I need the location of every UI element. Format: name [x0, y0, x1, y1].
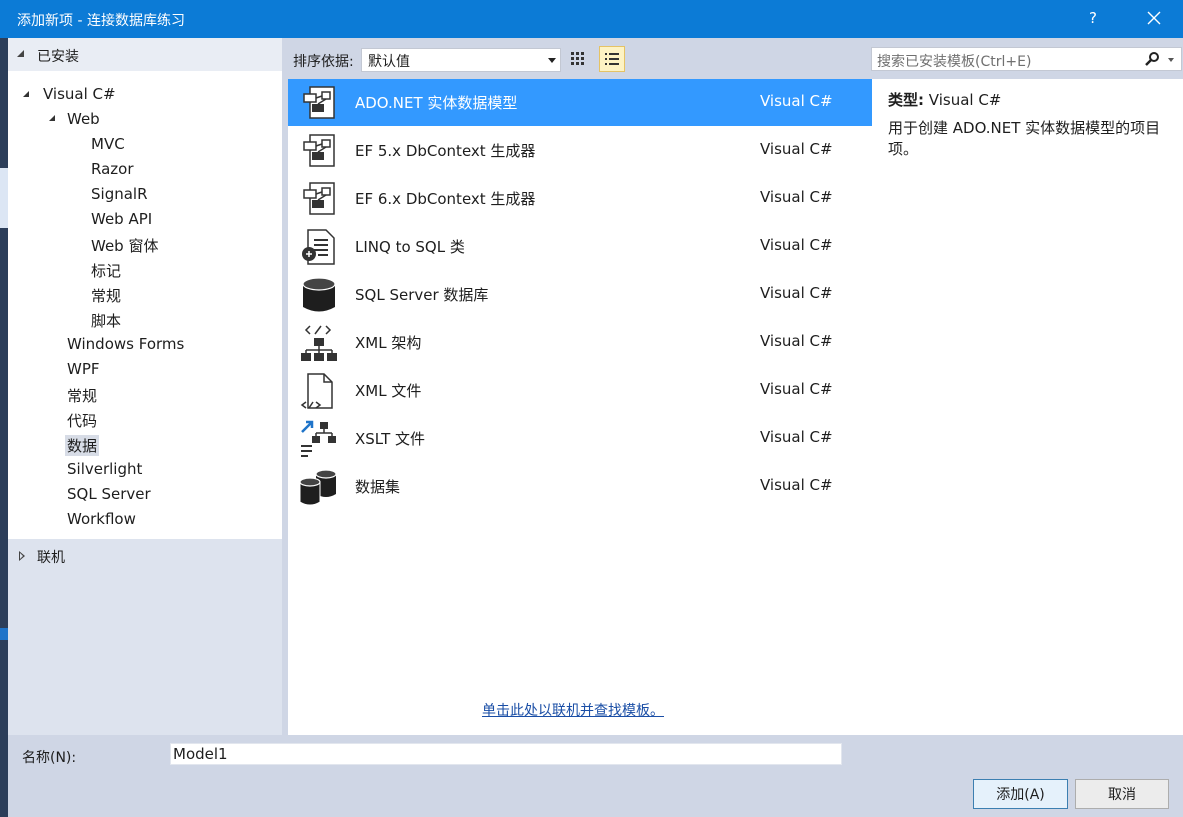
close-icon [1147, 11, 1161, 25]
database-icon [302, 277, 336, 312]
tree-item-general[interactable]: 常规 [67, 385, 97, 406]
tree-item-visual-csharp[interactable]: Visual C# [43, 85, 116, 103]
template-item-sql-server-database[interactable]: SQL Server 数据库 Visual C# [288, 271, 872, 318]
template-name: 数据集 [355, 478, 401, 496]
template-name: SQL Server 数据库 [355, 286, 489, 304]
online-label: 联机 [37, 550, 65, 566]
tree-item-web[interactable]: Web [67, 110, 100, 128]
template-language: Visual C# [760, 332, 833, 350]
template-description: 用于创建 ADO.NET 实体数据模型的项目项。 [888, 119, 1161, 158]
tree-item-signalr[interactable]: SignalR [91, 185, 148, 203]
tree-item-silverlight[interactable]: Silverlight [67, 460, 142, 478]
tree-item-web-api[interactable]: Web API [91, 210, 152, 228]
entity-model-icon [303, 86, 335, 119]
add-new-item-dialog: 已安装 Visual C# Web MVC Razor SignalR Web … [8, 38, 1183, 817]
grid-view-button[interactable] [569, 49, 589, 69]
tree-item-razor[interactable]: Razor [91, 160, 134, 178]
template-language: Visual C# [760, 284, 833, 302]
tree-item-web-forms[interactable]: Web 窗体 [91, 235, 158, 256]
search-input[interactable]: 搜索已安装模板(Ctrl+E) [871, 47, 1182, 71]
installed-header[interactable]: 已安装 [8, 38, 282, 71]
xml-schema-icon [301, 325, 337, 361]
template-language: Visual C# [760, 428, 833, 446]
list-view-icon [605, 53, 619, 65]
sort-label: 排序依据: [293, 54, 354, 70]
linq-to-sql-icon [302, 229, 335, 265]
template-language: Visual C# [760, 92, 833, 110]
add-button[interactable]: 添加(A) [973, 779, 1068, 809]
template-list: ADO.NET 实体数据模型 Visual C# EF 5.x DbContex… [288, 79, 872, 735]
search-options-icon[interactable] [1168, 58, 1174, 62]
template-item-xml-schema[interactable]: XML 架构 Visual C# [288, 319, 872, 366]
dbcontext-generator-icon [303, 134, 335, 167]
tree-item-code[interactable]: 代码 [67, 410, 97, 431]
help-button[interactable]: ? [1089, 9, 1097, 27]
template-item-dataset[interactable]: 数据集 Visual C# [288, 463, 872, 510]
sort-dropdown[interactable]: 默认值 [361, 48, 561, 72]
name-field[interactable] [170, 743, 842, 765]
background-edge-accent [0, 628, 8, 640]
template-language: Visual C# [760, 236, 833, 254]
search-icon[interactable] [1144, 51, 1160, 67]
background-edge-highlight [0, 168, 8, 228]
search-placeholder: 搜索已安装模板(Ctrl+E) [877, 54, 1032, 70]
grid-view-icon [571, 52, 584, 65]
dataset-icon [299, 469, 337, 506]
template-name: XSLT 文件 [355, 430, 426, 448]
template-name: LINQ to SQL 类 [355, 238, 465, 256]
tree-item-script[interactable]: 脚本 [91, 310, 121, 331]
type-value: Visual C# [928, 91, 1002, 109]
cancel-button[interactable]: 取消 [1075, 779, 1169, 809]
close-button[interactable] [1140, 4, 1168, 32]
tree-item-wpf[interactable]: WPF [67, 360, 100, 378]
template-item-ef5-dbcontext[interactable]: EF 5.x DbContext 生成器 Visual C# [288, 127, 872, 174]
window-title: 添加新项 - 连接数据库练习 [17, 13, 185, 29]
installed-label: 已安装 [37, 49, 79, 65]
expanded-arrow-icon[interactable] [23, 91, 30, 98]
background-window-edge [0, 38, 8, 817]
dbcontext-generator-icon [303, 182, 335, 215]
expanded-arrow-icon [17, 50, 24, 57]
template-item-ef6-dbcontext[interactable]: EF 6.x DbContext 生成器 Visual C# [288, 175, 872, 222]
sort-value: 默认值 [368, 54, 410, 70]
template-item-xml-file[interactable]: XML 文件 Visual C# [288, 367, 872, 414]
title-bar: 添加新项 - 连接数据库练习 ? [0, 0, 1183, 38]
template-type: 类型: Visual C# [888, 89, 1001, 110]
tree-item-windows-forms[interactable]: Windows Forms [67, 335, 184, 353]
tree-item-general-web[interactable]: 常规 [91, 285, 121, 306]
template-item-xslt-file[interactable]: XSLT 文件 Visual C# [288, 415, 872, 462]
template-name: XML 架构 [355, 334, 422, 352]
template-language: Visual C# [760, 140, 833, 158]
template-language: Visual C# [760, 380, 833, 398]
template-info-pane: 类型: Visual C# 用于创建 ADO.NET 实体数据模型的项目项。 [872, 79, 1183, 735]
template-language: Visual C# [760, 476, 833, 494]
tree-item-sql-server[interactable]: SQL Server [67, 485, 151, 503]
template-name: XML 文件 [355, 382, 422, 400]
collapsed-arrow-icon [19, 551, 25, 561]
template-name: EF 6.x DbContext 生成器 [355, 190, 536, 208]
tree-item-markup[interactable]: 标记 [91, 260, 121, 281]
list-view-button[interactable] [599, 46, 625, 72]
chevron-down-icon [548, 58, 556, 63]
template-item-linq-to-sql[interactable]: LINQ to SQL 类 Visual C# [288, 223, 872, 270]
online-header[interactable]: 联机 [8, 539, 282, 573]
template-name: EF 5.x DbContext 生成器 [355, 142, 536, 160]
tree-item-workflow[interactable]: Workflow [67, 510, 136, 528]
xml-file-icon [300, 373, 333, 409]
xslt-file-icon [301, 420, 336, 457]
tree-item-mvc[interactable]: MVC [91, 135, 125, 153]
name-label: 名称(N): [22, 750, 77, 766]
type-label: 类型: [888, 91, 924, 109]
category-tree: Visual C# Web MVC Razor SignalR Web API … [8, 71, 282, 539]
template-name: ADO.NET 实体数据模型 [355, 94, 518, 112]
tree-item-data[interactable]: 数据 [65, 435, 100, 456]
expanded-arrow-icon[interactable] [49, 115, 56, 122]
category-pane: 已安装 Visual C# Web MVC Razor SignalR Web … [8, 38, 282, 735]
find-templates-online-link[interactable]: 单击此处以联机并查找模板。 [482, 700, 664, 720]
template-item-ado-net-entity-model[interactable]: ADO.NET 实体数据模型 Visual C# [288, 79, 872, 126]
template-language: Visual C# [760, 188, 833, 206]
